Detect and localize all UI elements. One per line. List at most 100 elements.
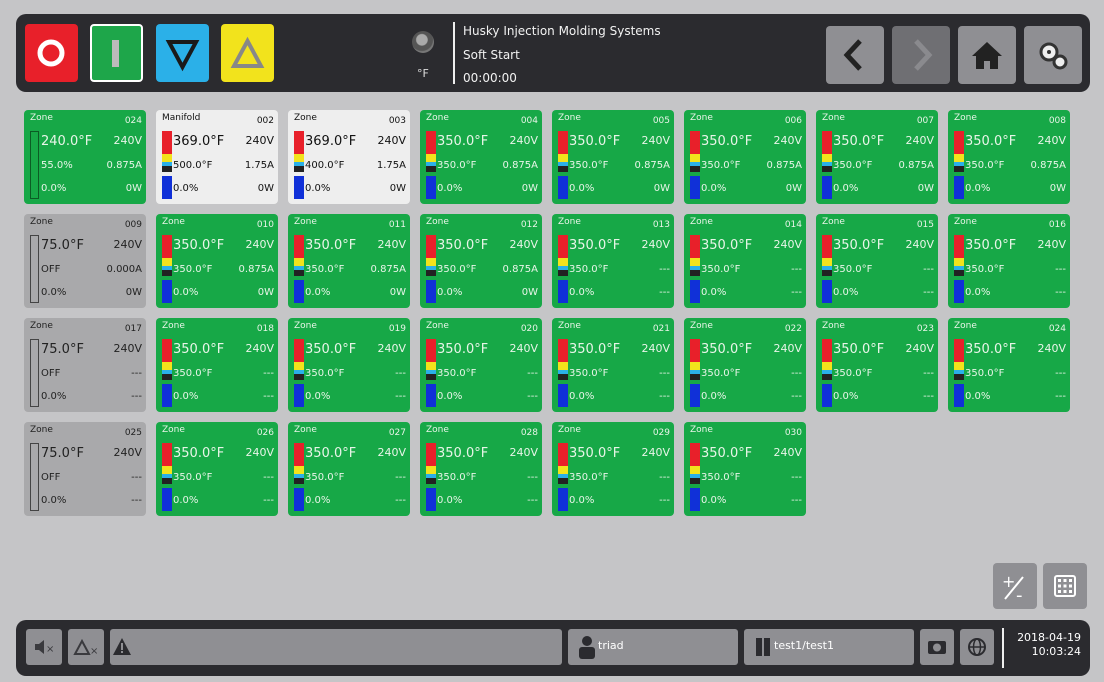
zone-voltage: 240V [377,342,406,355]
zone-card[interactable]: Zone 003 369.0°F 240V 400.0°F 1.75A 0.0% 0W [288,110,410,204]
zone-card[interactable]: Zone 014 350.0°F 240V 350.0°F --- 0.0% --- [684,214,806,308]
setpoint-band [558,154,568,162]
zone-card[interactable]: Zone 026 350.0°F 240V 350.0°F --- 0.0% --- [156,422,278,516]
zone-card[interactable]: Zone 023 350.0°F 240V 350.0°F --- 0.0% --- [816,318,938,412]
zone-card[interactable]: Zone 025 75.0°F 240V OFF --- 0.0% --- [24,422,146,516]
zone-power: --- [659,495,670,506]
language-button[interactable] [960,629,994,665]
plus-minus-button[interactable]: + - [993,563,1037,609]
output-bar [294,176,304,199]
zone-current: --- [527,472,538,483]
zone-output-percent: 0.0% [569,391,595,402]
zone-temperature: 350.0°F [437,446,489,461]
zone-setpoint: 350.0°F [701,264,741,275]
zone-output-percent: 0.0% [173,183,199,194]
zone-output-percent: 0.0% [305,495,331,506]
zone-voltage: 240V [773,238,802,251]
zone-card[interactable]: Zone 008 350.0°F 240V 350.0°F 0.875A 0.0% 0W [948,110,1070,204]
zone-setpoint: 350.0°F [569,160,609,171]
alarm-bar[interactable] [110,629,562,665]
settings-button[interactable] [1024,26,1082,84]
zone-name: Zone [30,217,53,227]
zone-card[interactable]: Zone 016 350.0°F 240V 350.0°F --- 0.0% --- [948,214,1070,308]
zone-card[interactable]: Zone 019 350.0°F 240V 350.0°F --- 0.0% --- [288,318,410,412]
zone-card[interactable]: Zone 018 350.0°F 240V 350.0°F --- 0.0% --- [156,318,278,412]
mute-button[interactable]: × [26,629,62,665]
temperature-bar [162,235,172,258]
zone-number: 025 [124,428,142,438]
setpoint-marker [822,166,832,172]
output-bar [294,384,304,407]
zone-setpoint: 350.0°F [833,160,873,171]
setpoint-band [690,466,700,474]
keypad-button[interactable] [1043,563,1087,609]
temperature-bar [954,339,964,362]
zone-temperature: 350.0°F [305,446,357,461]
zone-card[interactable]: Zone 007 350.0°F 240V 350.0°F 0.875A 0.0% 0W [816,110,938,204]
temperature-bar [690,339,700,362]
zone-temperature: 350.0°F [569,238,621,253]
zone-card[interactable]: Zone 027 350.0°F 240V 350.0°F --- 0.0% --- [288,422,410,516]
zone-card[interactable]: Zone 013 350.0°F 240V 350.0°F --- 0.0% --- [552,214,674,308]
output-bar [558,280,568,303]
zone-card[interactable]: Zone 005 350.0°F 240V 350.0°F 0.875A 0.0% 0W [552,110,674,204]
mold-button[interactable]: test1/test1 [744,629,914,665]
zone-name: Zone [954,113,977,123]
zone-card[interactable]: Zone 015 350.0°F 240V 350.0°F --- 0.0% --- [816,214,938,308]
temperature-bar [426,131,436,154]
home-button[interactable] [958,26,1016,84]
zone-card[interactable]: Zone 010 350.0°F 240V 350.0°F 0.875A 0.0% 0W [156,214,278,308]
plus-minus-icon: +- [1002,572,1024,606]
output-bar [690,488,700,511]
zone-card[interactable]: Zone 030 350.0°F 240V 350.0°F --- 0.0% --- [684,422,806,516]
zone-card[interactable]: Zone 028 350.0°F 240V 350.0°F --- 0.0% --- [420,422,542,516]
setpoint-band [162,154,172,162]
zone-number: 005 [652,116,670,126]
zone-card[interactable]: Zone 020 350.0°F 240V 350.0°F --- 0.0% --- [420,318,542,412]
clear-alarm-button[interactable]: × [68,629,104,665]
user-button[interactable]: triad [568,629,738,665]
zone-setpoint: OFF [41,368,61,379]
zone-card[interactable]: Zone 004 350.0°F 240V 350.0°F 0.875A 0.0% 0W [420,110,542,204]
forward-button[interactable] [892,26,950,84]
zone-temperature: 240.0°F [41,134,93,149]
setpoint-marker [162,478,172,484]
zone-card[interactable]: Manifold 002 369.0°F 240V 500.0°F 1.75A 0.0% 0W [156,110,278,204]
zone-voltage: 240V [905,342,934,355]
zone-number: 024 [124,116,142,126]
zone-card[interactable]: Zone 021 350.0°F 240V 350.0°F --- 0.0% --- [552,318,674,412]
temperature-bar [822,339,832,362]
setpoint-marker [294,166,304,172]
stop-button[interactable] [25,24,78,82]
zone-card[interactable]: Zone 024 240.0°F 240V 55.0% 0.875A 0.0% 0W [24,110,146,204]
zone-card[interactable]: Zone 024 350.0°F 240V 350.0°F --- 0.0% --- [948,318,1070,412]
zone-number: 003 [388,116,406,126]
zone-card[interactable]: Zone 029 350.0°F 240V 350.0°F --- 0.0% --- [552,422,674,516]
zone-card[interactable]: Zone 009 75.0°F 240V OFF 0.000A 0.0% 0W [24,214,146,308]
zone-card[interactable]: Zone 017 75.0°F 240V OFF --- 0.0% --- [24,318,146,412]
zone-number: 010 [256,220,274,230]
zone-card[interactable]: Zone 006 350.0°F 240V 350.0°F 0.875A 0.0% 0W [684,110,806,204]
zone-voltage: 240V [245,134,274,147]
back-button[interactable] [826,26,884,84]
zone-name: Zone [558,321,581,331]
temperature-bar [690,131,700,154]
zone-temperature: 350.0°F [569,134,621,149]
zone-setpoint: 350.0°F [569,264,609,275]
camera-button[interactable] [920,629,954,665]
zone-power: --- [131,495,142,506]
zone-output-percent: 0.0% [437,183,463,194]
zone-setpoint: OFF [41,264,61,275]
zone-card[interactable]: Zone 011 350.0°F 240V 350.0°F 0.875A 0.0% 0W [288,214,410,308]
increase-button[interactable] [221,24,274,82]
temperature-bar [426,235,436,258]
zone-setpoint: 400.0°F [305,160,345,171]
output-bar [426,176,436,199]
zone-setpoint: 350.0°F [701,368,741,379]
output-bar [558,176,568,199]
zone-card[interactable]: Zone 022 350.0°F 240V 350.0°F --- 0.0% --- [684,318,806,412]
zone-voltage: 240V [773,134,802,147]
zone-card[interactable]: Zone 012 350.0°F 240V 350.0°F 0.875A 0.0% 0W [420,214,542,308]
decrease-button[interactable] [156,24,209,82]
start-button[interactable] [90,24,143,82]
